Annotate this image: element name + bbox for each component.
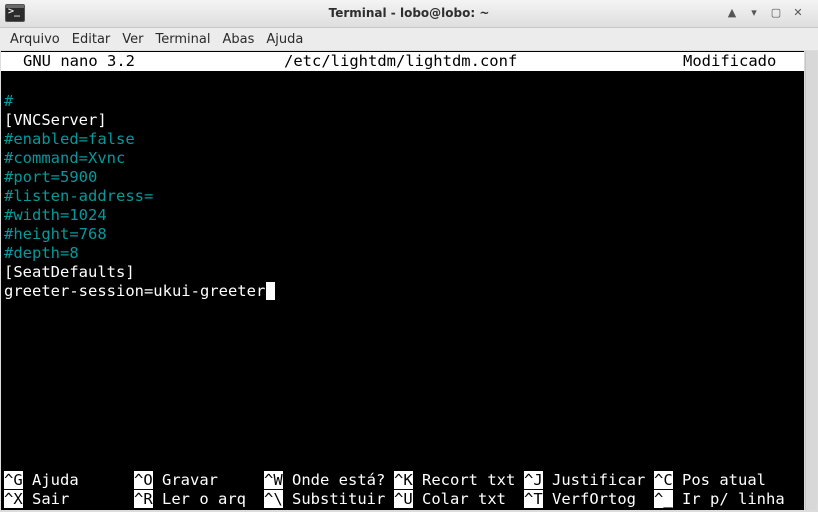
shortcut-label: Ajuda (32, 471, 79, 489)
shortcut-label: Colar txt (422, 490, 507, 508)
editor-line: [SeatDefaults] (4, 263, 135, 281)
menu-ver[interactable]: Ver (116, 32, 149, 47)
editor-line: #height=768 (4, 225, 107, 243)
shortcut-label: Pos atual (682, 471, 767, 489)
editor-line: #width=1024 (4, 206, 107, 224)
shortcut-where-is[interactable]: ^W Onde está? (264, 471, 385, 490)
window-controls: ▲ ▾ ▢ ✕ (724, 5, 806, 21)
shortcut-row: ^G Ajuda ^O Gravar ^W Onde está? ^K Reco… (4, 471, 804, 490)
text-cursor (266, 282, 276, 300)
menu-bar: Arquivo Editar Ver Terminal Abas Ajuda (0, 28, 818, 50)
shortcut-go-to-line[interactable]: ^_ Ir p/ linha (654, 490, 785, 509)
shortcut-key: ^W (264, 471, 283, 489)
shortcut-key: ^_ (654, 490, 673, 508)
title-bar: >_ Terminal - lobo@lobo: ~ ▲ ▾ ▢ ✕ (0, 0, 818, 28)
editor-line: #listen-address= (4, 187, 154, 205)
editor-line: #command=Xvnc (4, 149, 126, 167)
shortcut-key: ^X (4, 490, 23, 508)
shortcut-cut-text[interactable]: ^K Recort txt (394, 471, 515, 490)
editor-line-current: greeter-session=ukui-greeter (4, 282, 276, 301)
nano-header: GNU nano 3.2 /etc/lightdm/lightdm.conf M… (1, 52, 804, 71)
terminal-area[interactable]: GNU nano 3.2 /etc/lightdm/lightdm.conf M… (1, 51, 804, 510)
menu-editar[interactable]: Editar (66, 32, 117, 47)
editor-line: #depth=8 (4, 244, 79, 262)
shortcut-cur-pos[interactable]: ^C Pos atual (654, 471, 766, 490)
shortcut-label: Recort txt (422, 471, 516, 489)
shortcut-paste-text[interactable]: ^U Colar txt (394, 490, 506, 509)
editor-line: #enabled=false (4, 130, 135, 148)
shortcut-key: ^C (654, 471, 673, 489)
shortcut-replace[interactable]: ^\ Substituir (264, 490, 385, 509)
shortcut-exit[interactable]: ^X Sair (4, 490, 69, 509)
nano-version: GNU nano 3.2 (23, 52, 135, 70)
shortcut-key: ^K (394, 471, 413, 489)
menu-terminal[interactable]: Terminal (150, 32, 217, 47)
shortcut-row: ^X Sair ^R Ler o arq ^\ Substituir ^U Co… (4, 490, 804, 509)
shortcut-label: VerfOrtog (552, 490, 637, 508)
menu-ajuda[interactable]: Ajuda (260, 32, 309, 47)
editor-line-text: greeter-session=ukui-greeter (4, 282, 266, 300)
shortcut-bar: ^G Ajuda ^O Gravar ^W Onde está? ^K Reco… (4, 471, 804, 509)
shortcut-label: Ir p/ linha (682, 490, 785, 508)
menu-abas[interactable]: Abas (216, 32, 260, 47)
editor-line: [VNCServer] (4, 111, 107, 129)
shortcut-read-file[interactable]: ^R Ler o arq (134, 490, 246, 509)
shortcut-key: ^O (134, 471, 153, 489)
shortcut-save[interactable]: ^O Gravar (134, 471, 218, 490)
shortcut-key: ^R (134, 490, 153, 508)
window-title: Terminal - lobo@lobo: ~ (328, 6, 490, 20)
minimize-icon[interactable]: ▾ (746, 5, 762, 21)
maximize-icon[interactable]: ▢ (768, 5, 784, 21)
nano-filename: /etc/lightdm/lightdm.conf (284, 52, 518, 70)
nano-status: Modificado (683, 52, 777, 70)
terminal-scrollbar[interactable] (805, 51, 817, 510)
editor-line: # (4, 92, 14, 110)
shortcut-help[interactable]: ^G Ajuda (4, 471, 79, 490)
shortcut-label: Substituir (292, 490, 386, 508)
shortcut-key: ^J (524, 471, 543, 489)
shortcut-label: Sair (32, 490, 70, 508)
editor-line: #port=5900 (4, 168, 98, 186)
shortcut-label: Onde está? (292, 471, 386, 489)
shortcut-justify[interactable]: ^J Justificar (524, 471, 645, 490)
shortcut-label: Gravar (162, 471, 219, 489)
shortcut-key: ^T (524, 490, 543, 508)
keep-above-icon[interactable]: ▲ (724, 5, 740, 21)
shortcut-label: Justificar (552, 471, 646, 489)
shortcut-key: ^G (4, 471, 23, 489)
menu-arquivo[interactable]: Arquivo (4, 32, 66, 47)
shortcut-spell[interactable]: ^T VerfOrtog (524, 490, 636, 509)
close-icon[interactable]: ✕ (790, 5, 806, 21)
shortcut-label: Ler o arq (162, 490, 247, 508)
shortcut-key: ^U (394, 490, 413, 508)
shortcut-key: ^\ (264, 490, 283, 508)
